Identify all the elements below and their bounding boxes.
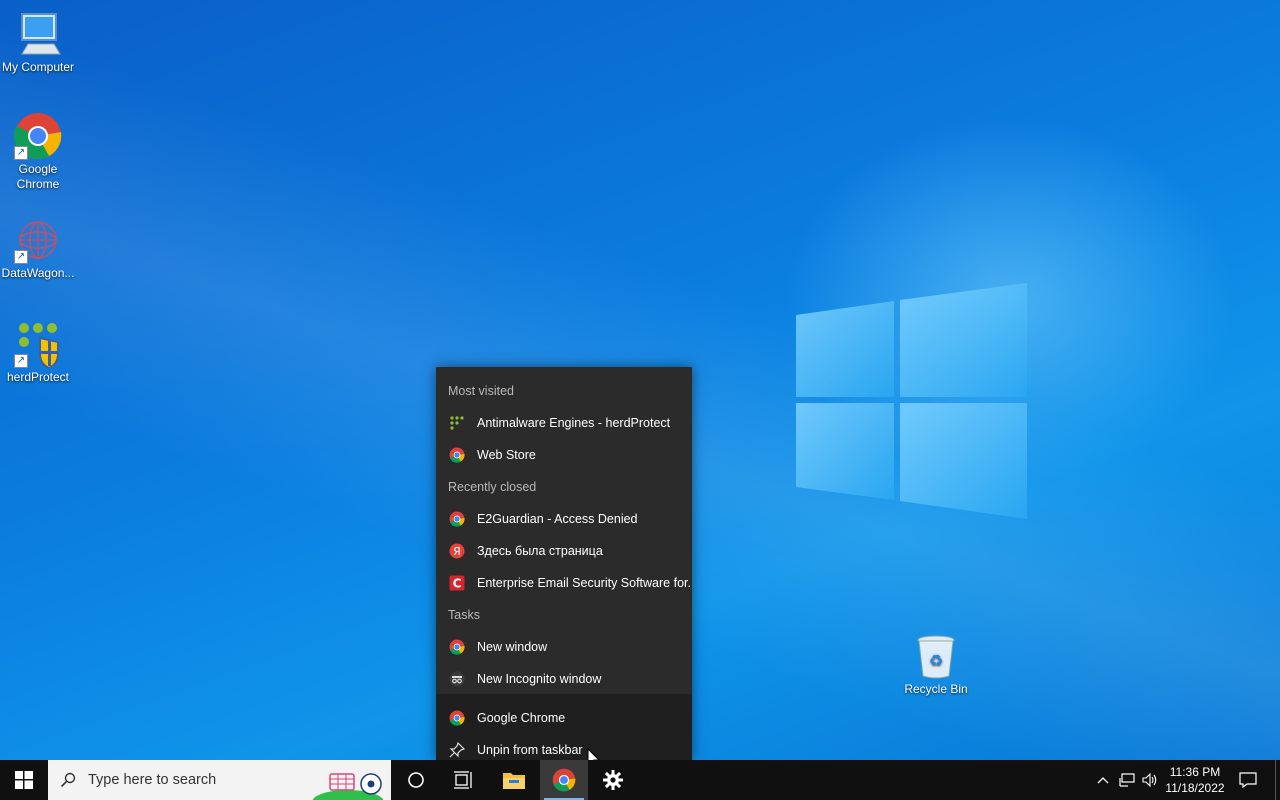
jumplist-item-new-window[interactable]: New window: [436, 631, 692, 663]
jumplist-item-enterprise-email-security[interactable]: C Enterprise Email Security Software for…: [436, 567, 692, 599]
taskbar-clock[interactable]: 11:36 PM 11/18/2022: [1160, 760, 1230, 800]
volume-button[interactable]: [1139, 760, 1161, 800]
jumplist-item-label: New Incognito window: [477, 672, 602, 686]
svg-text:♻: ♻: [929, 651, 943, 670]
yandex-icon: Я: [449, 543, 465, 559]
unpin-icon: [449, 742, 465, 758]
jumplist-item-label: Enterprise Email Security Software for..…: [477, 576, 692, 590]
chrome-icon: [449, 639, 465, 655]
svg-text:Я: Я: [453, 545, 461, 558]
chrome-icon: [552, 768, 576, 792]
chrome-icon: [449, 447, 465, 463]
taskbar-file-explorer[interactable]: [490, 760, 538, 800]
clock-date: 11/18/2022: [1165, 781, 1225, 795]
task-view-icon: [454, 771, 472, 789]
jumplist-section-recently-closed: Recently closed: [448, 480, 537, 494]
jumplist-item-web-store[interactable]: Web Store: [436, 439, 692, 471]
taskbar-google-chrome[interactable]: [540, 760, 588, 800]
windows-logo: [796, 283, 1027, 519]
desktop-icon-label: Google Chrome: [16, 162, 60, 191]
jumplist-item-zdes-byla-stranitsa[interactable]: Я Здесь была страница: [436, 535, 692, 567]
search-icon: [60, 772, 76, 788]
jumplist-footer: Google Chrome Unpin from taskbar: [436, 694, 692, 760]
network-button[interactable]: [1116, 760, 1138, 800]
jumplist-item-label: Здесь была страница: [477, 544, 603, 558]
recycle-bin-icon: ♻: [917, 635, 955, 679]
desktop-icon-google-chrome[interactable]: ↗ Google Chrome: [0, 112, 76, 192]
chrome-icon: [449, 511, 465, 527]
cortana-button[interactable]: [392, 760, 440, 800]
gear-icon: [603, 770, 623, 790]
svg-text:C: C: [453, 577, 462, 591]
jumplist-item-label: New window: [477, 640, 548, 654]
desktop-icon-recycle-bin[interactable]: ♻ Recycle Bin: [898, 632, 974, 697]
search-placeholder: Type here to search: [88, 772, 217, 788]
desktop-icon-label: DataWagon...: [1, 266, 75, 280]
jumplist-item-antimalware-engines[interactable]: Antimalware Engines - herdProtect: [436, 407, 692, 439]
speaker-icon: [1142, 773, 1157, 787]
search-highlight-icon: [312, 773, 384, 800]
jumplist-section-tasks: Tasks: [448, 608, 480, 622]
desktop-icon-my-computer[interactable]: My Computer: [0, 10, 76, 75]
desktop-icon-label: herdProtect: [6, 370, 70, 384]
jumplist-item-label: Google Chrome: [477, 711, 566, 725]
computer-icon: [21, 13, 61, 55]
taskbar-settings[interactable]: [589, 760, 637, 800]
chrome-jump-list: Most visited Antimalware Engines - herdP…: [436, 367, 692, 760]
show-hidden-icons-button[interactable]: [1092, 760, 1114, 800]
jumplist-item-label: Unpin from taskbar: [477, 743, 583, 757]
jumplist-item-label: Web Store: [477, 448, 536, 462]
jumplist-item-label: Antimalware Engines - herdProtect: [477, 416, 671, 430]
file-explorer-icon: [503, 773, 525, 789]
desktop-icon-herdprotect[interactable]: ↗ herdProtect: [0, 320, 76, 385]
jumplist-item-google-chrome[interactable]: Google Chrome: [436, 702, 692, 734]
jumplist-section-most-visited: Most visited: [448, 384, 514, 398]
jumplist-item-label: E2Guardian - Access Denied: [477, 512, 638, 526]
jumplist-item-e2guardian[interactable]: E2Guardian - Access Denied: [436, 503, 692, 535]
cortana-circle-icon: [408, 772, 424, 788]
jumplist-item-new-incognito-window[interactable]: New Incognito window: [436, 663, 692, 695]
shortcut-arrow-icon: ↗: [14, 250, 28, 264]
action-center-button[interactable]: [1233, 760, 1263, 800]
clock-time: 11:36 PM: [1169, 765, 1221, 779]
chevron-up-icon: [1097, 777, 1109, 784]
chrome-icon: [449, 710, 465, 726]
show-desktop-button[interactable]: [1275, 760, 1280, 800]
windows-start-icon: [15, 771, 33, 789]
incognito-icon: [449, 671, 465, 687]
desktop-icon-label: My Computer: [1, 60, 75, 74]
taskbar-search-box[interactable]: Type here to search: [48, 760, 391, 800]
desktop-icon-label: Recycle Bin: [904, 682, 968, 696]
shortcut-arrow-icon: ↗: [14, 354, 28, 368]
desktop-icon-datawagon[interactable]: ↗ DataWagon...: [0, 216, 76, 281]
start-button[interactable]: [0, 760, 48, 800]
task-view-button[interactable]: [440, 760, 488, 800]
c-icon: C: [449, 575, 465, 591]
network-icon: [1119, 773, 1135, 787]
taskbar: Type here to search 11:36 PM 11/18/2022: [0, 760, 1280, 800]
herdprotect-icon: [450, 416, 464, 430]
shortcut-arrow-icon: ↗: [14, 146, 28, 160]
notification-icon: [1239, 772, 1257, 788]
